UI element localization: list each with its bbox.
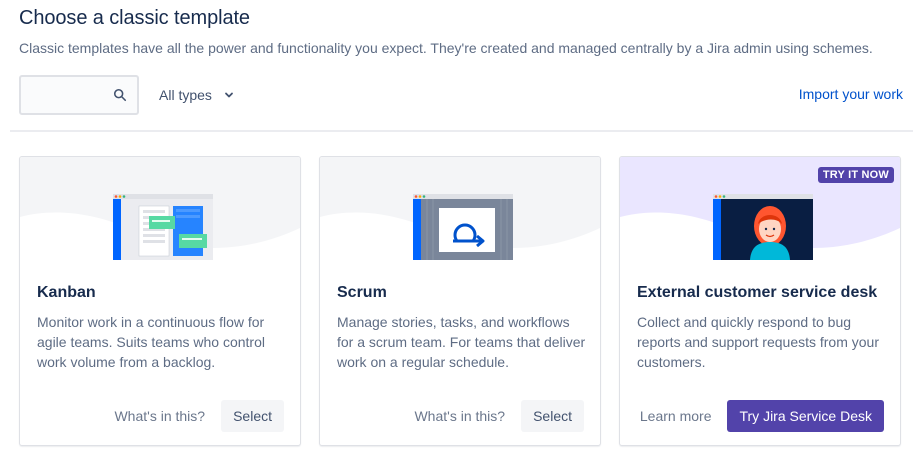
scrum-cycle-illustration bbox=[413, 194, 513, 260]
whats-in-this-button[interactable]: What's in this? bbox=[414, 408, 505, 424]
search-icon bbox=[113, 88, 127, 102]
card-actions: What's in this? Select bbox=[114, 400, 284, 432]
kanban-board-illustration bbox=[113, 194, 213, 260]
try-jira-service-desk-button[interactable]: Try Jira Service Desk bbox=[727, 400, 884, 432]
template-card-kanban[interactable]: Kanban Monitor work in a continuous flow… bbox=[19, 156, 301, 446]
customer-agent-illustration bbox=[713, 194, 813, 260]
select-button[interactable]: Select bbox=[221, 400, 284, 432]
header-divider bbox=[10, 130, 913, 132]
whats-in-this-button[interactable]: What's in this? bbox=[114, 408, 205, 424]
page-title: Choose a classic template bbox=[19, 7, 250, 29]
card-hero bbox=[20, 157, 300, 272]
card-title: Kanban bbox=[37, 284, 96, 301]
template-card-service-desk[interactable]: TRY IT NOW External customer service des… bbox=[619, 156, 901, 446]
card-description: Collect and quickly respond to bug repor… bbox=[637, 314, 880, 370]
try-it-now-badge: TRY IT NOW bbox=[817, 167, 894, 183]
import-work-link[interactable]: Import your work bbox=[799, 86, 903, 102]
card-title: Scrum bbox=[337, 284, 387, 301]
card-actions: Learn more Try Jira Service Desk bbox=[640, 400, 884, 432]
template-card-scrum[interactable]: Scrum Manage stories, tasks, and workflo… bbox=[319, 156, 601, 446]
card-description: Monitor work in a continuous flow for ag… bbox=[37, 314, 265, 370]
type-filter-label: All types bbox=[159, 87, 212, 103]
chevron-down-icon bbox=[225, 92, 233, 98]
learn-more-button[interactable]: Learn more bbox=[640, 408, 712, 424]
type-filter-select[interactable]: All types bbox=[159, 84, 234, 106]
card-title: External customer service desk bbox=[637, 284, 878, 301]
card-actions: What's in this? Select bbox=[414, 400, 584, 432]
select-button[interactable]: Select bbox=[521, 400, 584, 432]
search-input[interactable] bbox=[19, 75, 139, 115]
page-subtitle: Classic templates have all the power and… bbox=[19, 40, 873, 56]
card-description: Manage stories, tasks, and workflows for… bbox=[337, 314, 586, 370]
card-hero bbox=[320, 157, 600, 272]
